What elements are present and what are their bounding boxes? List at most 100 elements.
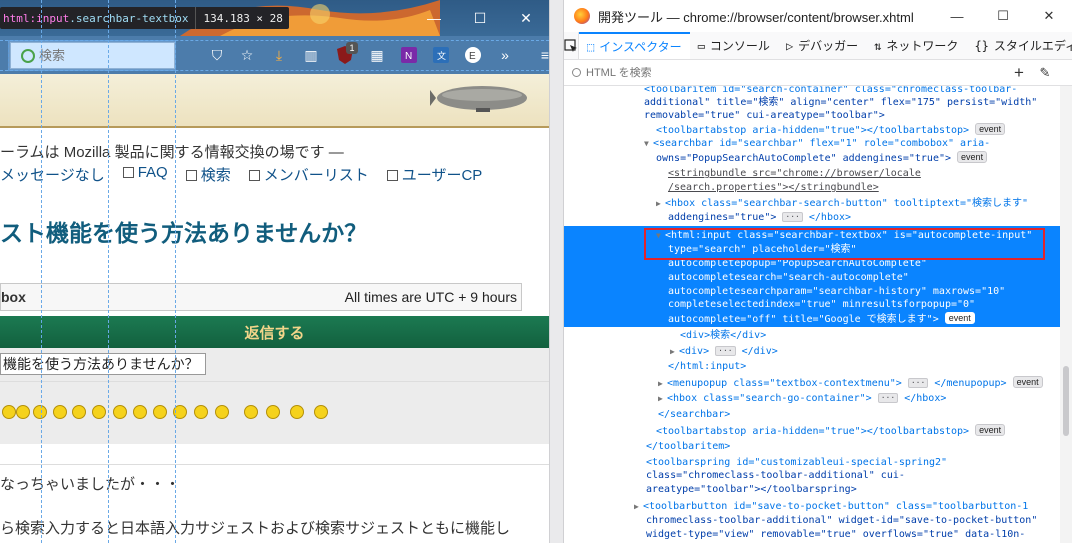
profile-e-icon[interactable]: E	[462, 44, 484, 66]
smiley-icon[interactable]	[2, 405, 16, 419]
markup-line[interactable]: addengines="true"> ··· </hbox>	[564, 211, 1060, 225]
markup-line[interactable]: ▶ <menupopup class="textbox-contextmenu">…	[564, 376, 1060, 391]
markup-line[interactable]: ▼ <searchbar id="searchbar" flex="1" role…	[564, 137, 1060, 151]
selected-markup-line[interactable]: autocomplete="off" title="Google で検索します"…	[564, 312, 1060, 327]
markup-line[interactable]: <toolbaritem id="search-container" class…	[564, 86, 1060, 97]
search-input[interactable]	[39, 48, 159, 63]
markup-line[interactable]: <stringbundle src="chrome://browser/loca…	[564, 167, 1060, 181]
smiley-icon[interactable]	[92, 405, 106, 419]
markup-line[interactable]: class="chromeclass-toolbar-additional" c…	[564, 469, 1060, 483]
collapsed-triangle-icon[interactable]: ▶	[658, 392, 667, 406]
event-badge[interactable]: event	[975, 424, 1006, 436]
collapsed-children-icon[interactable]: ···	[715, 346, 736, 356]
add-node-icon[interactable]: +	[1006, 63, 1032, 83]
smiley-icon[interactable]	[113, 405, 127, 419]
tab-debugger[interactable]: ▷ デバッガー	[778, 32, 866, 59]
markup-scrollbar[interactable]	[1060, 86, 1072, 543]
markup-line[interactable]: owns="PopupSearchAutoComplete" addengine…	[564, 151, 1060, 166]
forum-banner	[0, 74, 549, 128]
close-button[interactable]: ✕	[503, 0, 549, 36]
markup-line[interactable]: areatype="toolbar"></toolbarspring>	[564, 483, 1060, 497]
markup-line[interactable]: removable="true" cui-areatype="toolbar">	[564, 109, 1060, 123]
selected-markup-line[interactable]: autocompletesearch="search-autocomplete"	[564, 271, 1060, 285]
breadcrumb-tail[interactable]: box	[1, 289, 26, 305]
scrollbar-thumb[interactable]	[1063, 366, 1069, 436]
onenote-icon[interactable]: N	[398, 44, 420, 66]
markup-line[interactable]: </searchbar>	[564, 408, 1060, 422]
markup-line[interactable]: </toolbaritem>	[564, 440, 1060, 454]
guide-line	[175, 0, 176, 543]
element-picker-button[interactable]	[564, 32, 579, 59]
nav-usercp[interactable]: ユーザーCP	[386, 164, 482, 185]
markup-line[interactable]: <toolbartabstop aria-hidden="true"></too…	[564, 123, 1060, 138]
collapsed-triangle-icon[interactable]: ▶	[670, 345, 679, 359]
html-search-bar: + ✎	[564, 60, 1072, 86]
event-badge[interactable]: event	[944, 312, 975, 324]
markup-line[interactable]: ▶ <hbox class="search-go-container"> ··· …	[564, 392, 1060, 406]
selected-markup-line[interactable]: autocompletesearchparam="searchbar-histo…	[564, 285, 1060, 299]
markup-line[interactable]: ▶ <div> ··· </div>	[564, 345, 1060, 359]
markup-line[interactable]: ▶ <hbox class="searchbar-search-button" t…	[564, 197, 1060, 211]
maximize-button[interactable]: ☐	[980, 0, 1026, 32]
markup-line[interactable]: ▶ <toolbarbutton id="save-to-pocket-butto…	[564, 500, 1060, 514]
eyedropper-icon[interactable]: ✎	[1032, 65, 1058, 81]
translate-icon[interactable]: 文	[430, 44, 452, 66]
topic-title[interactable]: スト機能を使う方法ありませんか？	[0, 214, 367, 248]
markup-line[interactable]: <div>検索</div>	[564, 329, 1060, 343]
smiley-icon[interactable]	[133, 405, 147, 419]
overflow-chevron-icon[interactable]: »	[494, 44, 516, 66]
tab-console[interactable]: ▭ コンソール	[690, 32, 778, 59]
pocket-icon[interactable]: ⛉	[206, 44, 228, 66]
markup-line[interactable]: widget-type="view" removable="true" over…	[564, 528, 1060, 542]
search-engine-icon[interactable]	[21, 48, 35, 63]
smiley-icon[interactable]	[16, 405, 30, 419]
collapsed-triangle-icon[interactable]: ▶	[656, 197, 665, 211]
selected-markup-line[interactable]: completeselectedindex="true" minresultsf…	[564, 298, 1060, 312]
expand-triangle-icon[interactable]: ▼	[644, 137, 653, 151]
hamburger-menu-icon[interactable]: ≡	[534, 44, 549, 66]
search-bar[interactable]	[10, 42, 175, 69]
event-badge[interactable]: event	[1012, 376, 1043, 388]
markup-line[interactable]: /search.properties"></stringbundle>	[564, 181, 1060, 195]
markup-line[interactable]: <toolbarspring id="customizableui-specia…	[564, 456, 1060, 470]
smiley-icon[interactable]	[153, 405, 167, 419]
markup-line[interactable]: <toolbartabstop aria-hidden="true"></too…	[564, 424, 1060, 439]
maximize-button[interactable]: ☐	[457, 0, 503, 36]
collapsed-triangle-icon[interactable]: ▶	[658, 377, 667, 391]
event-badge[interactable]: event	[957, 151, 988, 163]
smiley-icon[interactable]	[314, 405, 328, 419]
nav-search[interactable]: 検索	[185, 164, 231, 185]
smiley-icon[interactable]	[53, 405, 67, 419]
nav-memberlist[interactable]: メンバーリスト	[248, 164, 369, 185]
minimize-button[interactable]: —	[411, 0, 457, 36]
smiley-icon[interactable]	[266, 405, 280, 419]
download-icon[interactable]: ⤓	[268, 44, 290, 66]
collapsed-children-icon[interactable]: ···	[782, 212, 803, 222]
smiley-icon[interactable]	[194, 405, 208, 419]
message-body[interactable]: なっちゃいましたが・・・ ら検索入力すると日本語入力サジェストおよび検索サジェス…	[0, 464, 549, 543]
minimize-button[interactable]: —	[934, 0, 980, 32]
tab-network[interactable]: ⇅ ネットワーク	[866, 32, 966, 59]
nav-no-messages[interactable]: メッセージなし	[0, 164, 105, 185]
bookmark-star-icon[interactable]: ☆	[236, 44, 258, 66]
panel-splitter[interactable]	[549, 0, 564, 543]
smiley-icon[interactable]	[290, 405, 304, 419]
markup-line[interactable]: </html:input>	[564, 360, 1060, 374]
markup-line[interactable]: chromeclass-toolbar-additional" widget-i…	[564, 514, 1060, 528]
smiley-icon[interactable]	[215, 405, 229, 419]
collapsed-triangle-icon[interactable]: ▶	[634, 500, 643, 514]
collapsed-children-icon[interactable]: ···	[877, 393, 899, 403]
nav-faq[interactable]: FAQ	[122, 164, 168, 185]
markup-line[interactable]: additional" title="検索" align="center" fl…	[564, 96, 1060, 110]
sidebar-icon[interactable]: ▥	[300, 44, 322, 66]
tab-inspector[interactable]: ⬚ インスペクター	[579, 32, 690, 59]
smiley-icon[interactable]	[72, 405, 86, 419]
tab-style-editor[interactable]: {} スタイルエディター	[966, 32, 1072, 59]
extensions-grid-icon[interactable]: ▦	[366, 44, 388, 66]
html-search-input[interactable]	[586, 66, 1006, 79]
smiley-icon[interactable]	[33, 405, 47, 419]
event-badge[interactable]: event	[975, 123, 1006, 135]
collapsed-children-icon[interactable]: ···	[907, 378, 929, 388]
smiley-icon[interactable]	[244, 405, 258, 419]
close-button[interactable]: ✕	[1026, 0, 1072, 32]
